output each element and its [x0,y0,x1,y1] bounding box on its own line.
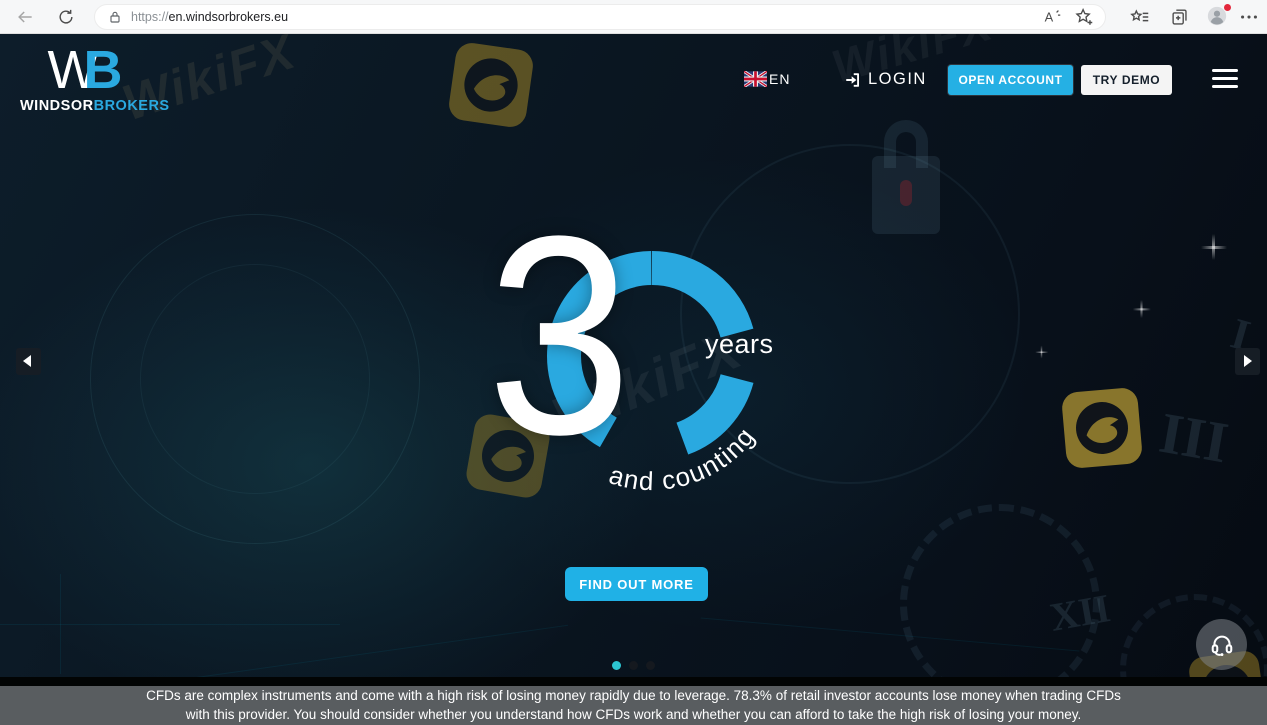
globe-ring-inner [140,264,370,494]
login-link[interactable]: LOGIN [844,70,927,89]
browser-back-icon[interactable] [15,7,35,27]
screen: https://en.windsorbrokers.eu A [0,0,1267,725]
circuit-line [0,624,340,625]
and-counting-label: and counting [520,334,820,524]
gear-icon [900,504,1100,704]
clock-numeral: III [1155,399,1233,477]
globe-ring [90,214,420,544]
circuit-line [152,625,568,684]
carousel-next-button[interactable] [1235,348,1260,375]
divider [0,677,1267,686]
windsor-brokers-logo[interactable]: WB WINDSORBROKERS [20,44,150,114]
browser-menu-icon[interactable] [1238,6,1260,28]
circuit-line [60,574,61,674]
uk-flag-icon [744,71,767,87]
site-header: WB WINDSORBROKERS EN LOGIN OPEN ACCOUNT … [0,34,1267,144]
padlock-icon [872,156,940,234]
risk-disclaimer-line2: with this provider. You should consider … [0,706,1267,725]
support-chat-button[interactable] [1196,619,1247,670]
sparkle [1212,234,1215,260]
try-demo-button[interactable]: TRY DEMO [1081,65,1172,95]
carousel-prev-button[interactable] [16,348,41,375]
carousel-dot-1[interactable] [612,661,621,670]
risk-disclaimer: CFDs are complex instruments and come wi… [0,686,1267,725]
browser-toolbar: https://en.windsorbrokers.eu A [0,0,1267,34]
watermark-eagle-icon [1059,385,1146,472]
clock-numeral: XII [1046,584,1113,641]
collections-icon[interactable] [1169,6,1191,28]
language-selector[interactable]: EN [744,71,790,87]
svg-text:and counting: and counting [606,421,761,496]
open-account-button[interactable]: OPEN ACCOUNT [948,65,1073,95]
sparkle [1041,346,1043,359]
hamburger-menu-icon[interactable] [1212,69,1238,88]
favorites-bar-icon[interactable] [1129,6,1151,28]
carousel-dots [0,661,1267,670]
login-icon [844,71,862,89]
padlock-keyhole [900,180,912,206]
hero-slide: III XII I WikiFX WikiFX WikiFX WB WINDSO… [0,34,1267,725]
risk-disclaimer-line1: CFDs are complex instruments and come wi… [0,687,1267,706]
find-out-more-button[interactable]: FIND OUT MORE [565,567,708,601]
address-bar[interactable]: https://en.windsorbrokers.eu A [94,4,1106,30]
login-label: LOGIN [868,70,927,89]
read-aloud-icon[interactable]: A [1041,6,1063,28]
browser-refresh-icon[interactable] [56,7,76,27]
language-label: EN [769,71,790,87]
headset-icon [1208,631,1236,659]
profile-avatar[interactable] [1206,5,1230,29]
url-host: en.windsorbrokers.eu [169,10,289,24]
carousel-dot-2[interactable] [629,661,638,670]
circuit-line [701,617,1080,651]
favorite-add-star-icon[interactable] [1073,6,1095,28]
logo-text: WINDSORBROKERS [20,98,150,114]
lock-icon [107,9,123,25]
url-text: https://en.windsorbrokers.eu [131,10,288,24]
left-arrow-icon [23,355,31,367]
sparkle [1140,300,1142,318]
logo-mark: WB [20,44,150,96]
right-arrow-icon [1244,355,1252,367]
svg-text:A: A [1045,10,1054,25]
url-scheme: https:// [131,10,169,24]
carousel-dot-3[interactable] [646,661,655,670]
notification-dot [1223,3,1232,12]
